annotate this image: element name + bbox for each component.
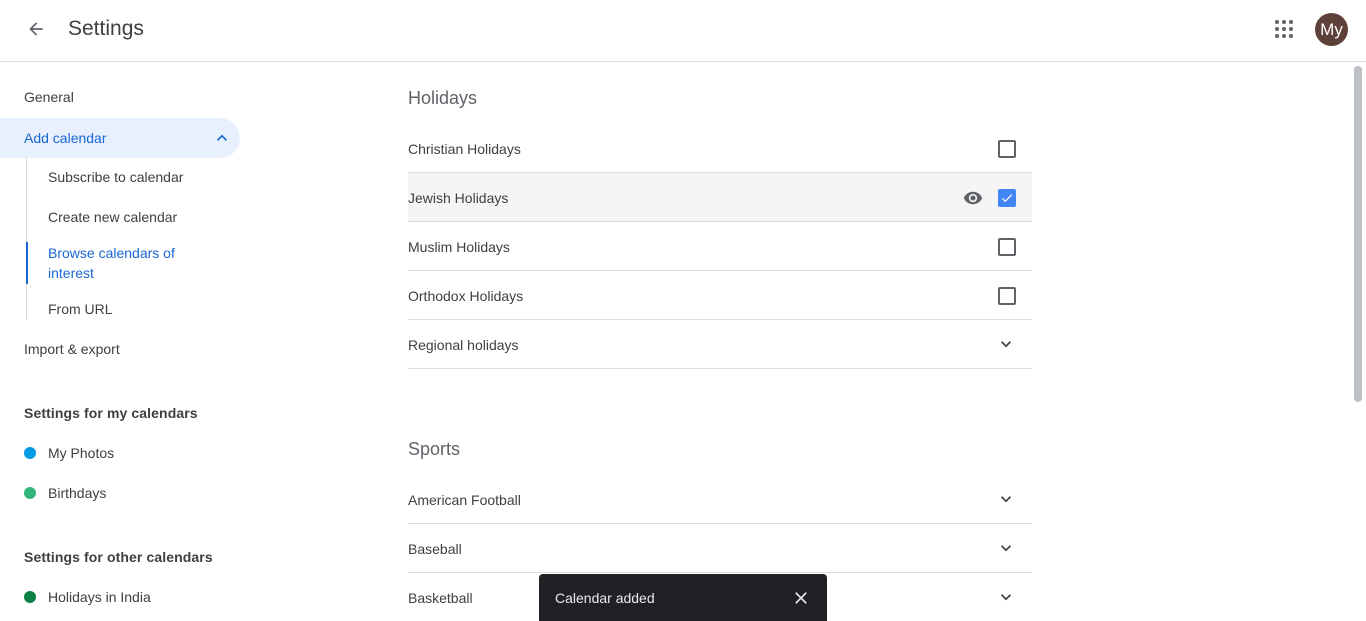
chevron-down-icon[interactable] — [996, 489, 1016, 509]
row-label: Baseball — [408, 541, 462, 557]
sidebar-item-add-calendar[interactable]: Add calendar — [0, 118, 240, 158]
other-calendars-heading: Settings for other calendars — [24, 549, 213, 565]
chevron-down-icon[interactable] — [996, 334, 1016, 354]
page-title: Settings — [68, 17, 144, 40]
back-arrow-icon[interactable] — [20, 13, 52, 45]
subscribe-checkbox[interactable] — [998, 140, 1016, 158]
row-label: Regional holidays — [408, 337, 519, 353]
sidebar-item-import-export[interactable]: Import & export — [24, 339, 120, 359]
row-label: Jewish Holidays — [408, 190, 509, 206]
snackbar: Calendar added — [539, 574, 827, 621]
close-icon[interactable] — [791, 588, 811, 608]
sidebar-item-general[interactable]: General — [24, 87, 74, 107]
sidebar-item-browse-interest[interactable]: Browse calendars of interest — [48, 243, 218, 283]
subnav-divider — [26, 158, 27, 320]
eye-icon[interactable] — [962, 188, 986, 208]
row-label: Christian Holidays — [408, 141, 521, 157]
apps-grid-icon[interactable] — [1268, 13, 1300, 45]
calendar-row-regional[interactable]: Regional holidays — [408, 320, 1032, 369]
sidebar-item-label: Add calendar — [24, 130, 107, 146]
calendar-row-jewish[interactable]: Jewish Holidays — [408, 173, 1032, 222]
subscribe-checkbox-checked[interactable] — [998, 189, 1016, 207]
app-header: Settings My — [0, 0, 1366, 62]
page-scrollbar[interactable] — [1352, 62, 1366, 621]
sidebar-item-subscribe[interactable]: Subscribe to calendar — [48, 167, 183, 187]
row-label: Basketball — [408, 590, 473, 606]
sidebar-item-from-url[interactable]: From URL — [48, 299, 113, 319]
sports-section-title: Sports — [408, 439, 461, 459]
settings-sidebar: General Add calendar Subscribe to calend… — [0, 62, 250, 621]
subscribe-checkbox[interactable] — [998, 287, 1016, 305]
calendar-color-dot — [24, 447, 36, 459]
row-label: Orthodox Holidays — [408, 288, 524, 304]
chevron-up-icon — [212, 128, 232, 148]
calendar-color-dot — [24, 487, 36, 499]
calendar-row-christian[interactable]: Christian Holidays — [408, 124, 1032, 173]
sidebar-item-create-new[interactable]: Create new calendar — [48, 207, 177, 227]
row-label: Muslim Holidays — [408, 239, 510, 255]
calendar-row-american-football[interactable]: American Football — [408, 475, 1032, 524]
my-calendars-heading: Settings for my calendars — [24, 405, 198, 421]
calendar-color-dot — [24, 591, 36, 603]
row-label: American Football — [408, 492, 521, 508]
calendar-label: Holidays in India — [48, 589, 151, 605]
subnav-active-indicator — [26, 242, 28, 284]
calendar-label: Birthdays — [48, 485, 107, 501]
calendar-row-orthodox[interactable]: Orthodox Holidays — [408, 271, 1032, 320]
snackbar-message: Calendar added — [555, 590, 655, 606]
subscribe-checkbox[interactable] — [998, 238, 1016, 256]
chevron-down-icon[interactable] — [996, 587, 1016, 607]
account-avatar[interactable]: My — [1315, 13, 1348, 46]
calendar-row-baseball[interactable]: Baseball — [408, 524, 1032, 573]
calendar-row-muslim[interactable]: Muslim Holidays — [408, 222, 1032, 271]
chevron-down-icon[interactable] — [996, 538, 1016, 558]
calendar-label: My Photos — [48, 445, 115, 461]
holidays-section-title: Holidays — [408, 88, 478, 108]
scrollbar-thumb[interactable] — [1354, 66, 1362, 402]
